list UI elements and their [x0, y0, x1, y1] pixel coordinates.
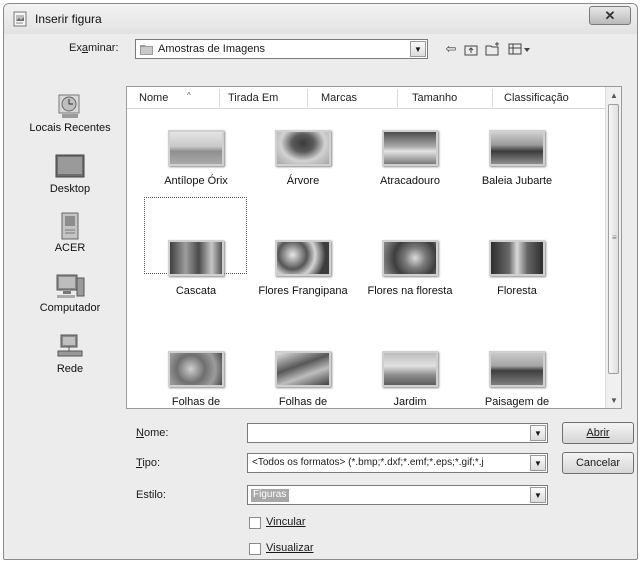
- place-desktop[interactable]: Desktop: [18, 153, 122, 195]
- views-menu-icon[interactable]: [506, 39, 534, 59]
- image-thumbnail: [489, 351, 545, 387]
- file-name: Baleia Jubarte: [481, 175, 553, 187]
- file-type-value: <Todos os formatos> (*.bmp;*.dxf;*.emf;*…: [252, 457, 484, 468]
- chevron-down-icon[interactable]: ▼: [410, 41, 426, 57]
- column-name[interactable]: Nome ^: [139, 91, 191, 104]
- file-type-label: Tipo:: [136, 457, 161, 469]
- user-folder-icon: [53, 212, 87, 240]
- image-thumbnail: [275, 130, 331, 166]
- sort-ascending-icon: ^: [187, 91, 191, 100]
- place-computer[interactable]: Computador: [18, 272, 122, 314]
- grip-icon: ≡: [612, 233, 617, 242]
- file-item[interactable]: Floresta: [464, 240, 570, 299]
- image-thumbnail: [168, 240, 224, 276]
- place-label: Rede: [56, 363, 84, 375]
- dialog-title: Inserir figura: [35, 12, 102, 26]
- image-thumbnail: [168, 351, 224, 387]
- insert-picture-icon: [13, 11, 27, 27]
- file-name: Atracadouro: [380, 175, 440, 187]
- scrollbar-thumb[interactable]: ≡: [608, 104, 619, 374]
- file-item[interactable]: Flores Frangipana: [250, 240, 356, 299]
- file-item[interactable]: Cascata: [143, 240, 249, 299]
- image-thumbnail: [382, 240, 438, 276]
- file-name: Antílope Órix: [164, 175, 228, 187]
- insert-picture-dialog: Inserir figura ✕ Examinar: Amostras de I…: [3, 3, 638, 560]
- column-rating[interactable]: Classificação: [504, 92, 569, 104]
- look-in-label: Examinar:: [69, 42, 119, 54]
- place-acer[interactable]: ACER: [18, 212, 122, 254]
- file-item[interactable]: Árvore: [250, 130, 356, 189]
- preview-label: Visualizar: [266, 542, 314, 554]
- place-label: Locais Recentes: [29, 122, 111, 134]
- place-recent[interactable]: Locais Recentes: [18, 92, 122, 134]
- file-name: Folhas de: [171, 396, 221, 408]
- file-item[interactable]: Folhas de: [143, 351, 249, 408]
- style-label: Estilo:: [136, 489, 166, 501]
- image-thumbnail: [382, 130, 438, 166]
- place-label: Computador: [39, 302, 101, 314]
- look-in-value: Amostras de Imagens: [158, 43, 265, 55]
- file-name: Flores Frangipana: [258, 285, 348, 297]
- file-name: Flores na floresta: [367, 285, 453, 297]
- recent-places-icon: [53, 92, 87, 120]
- link-checkbox[interactable]: [249, 517, 261, 529]
- file-name-label: Nome:: [136, 427, 169, 439]
- new-folder-icon[interactable]: [484, 39, 502, 59]
- close-icon: ✕: [604, 7, 616, 23]
- image-thumbnail: [275, 240, 331, 276]
- cancel-button[interactable]: Cancelar: [562, 452, 634, 474]
- column-size[interactable]: Tamanho: [412, 92, 457, 104]
- file-name: Paisagem de: [484, 396, 550, 408]
- file-list[interactable]: Nome ^ Tirada Em Marcas Tamanho Classific…: [126, 86, 622, 409]
- file-name: Folhas de: [278, 396, 328, 408]
- chevron-down-icon[interactable]: ▼: [530, 425, 546, 441]
- close-button[interactable]: ✕: [589, 6, 631, 25]
- look-in-dropdown[interactable]: Amostras de Imagens ▼: [135, 39, 428, 59]
- file-name: Jardim: [393, 396, 427, 408]
- file-name: Floresta: [497, 285, 537, 297]
- desktop-icon: [53, 153, 87, 181]
- chevron-down-icon[interactable]: ▼: [530, 455, 546, 471]
- column-taken-on[interactable]: Tirada Em: [228, 92, 278, 104]
- scroll-down-icon[interactable]: ▼: [606, 392, 621, 408]
- link-label: Vincular: [266, 516, 306, 528]
- column-tags[interactable]: Marcas: [321, 92, 357, 104]
- file-item[interactable]: Baleia Jubarte: [464, 130, 570, 189]
- file-item[interactable]: Antílope Órix: [143, 130, 249, 189]
- file-item[interactable]: Atracadouro: [357, 130, 463, 189]
- place-label: Desktop: [49, 183, 91, 195]
- image-thumbnail: [382, 351, 438, 387]
- file-item[interactable]: Paisagem de: [464, 351, 570, 408]
- file-name: Árvore: [286, 175, 320, 187]
- file-item[interactable]: Jardim: [357, 351, 463, 408]
- file-name: Cascata: [175, 285, 217, 297]
- style-value: Figuras: [251, 489, 289, 502]
- file-item[interactable]: Flores na floresta: [357, 240, 463, 299]
- image-thumbnail: [489, 130, 545, 166]
- place-network[interactable]: Rede: [18, 333, 122, 375]
- preview-checkbox[interactable]: [249, 543, 261, 555]
- computer-icon: [53, 272, 87, 300]
- image-thumbnail: [489, 240, 545, 276]
- open-button[interactable]: Abrir: [562, 422, 634, 444]
- style-dropdown[interactable]: Figuras ▼: [247, 485, 548, 505]
- folder-icon: [140, 45, 153, 55]
- column-headers: Nome ^ Tirada Em Marcas Tamanho Classific…: [127, 87, 607, 109]
- back-icon[interactable]: ⇦: [442, 39, 460, 59]
- title-bar[interactable]: Inserir figura ✕: [4, 4, 637, 34]
- file-name-input[interactable]: ▼: [247, 423, 548, 443]
- place-label: ACER: [54, 242, 86, 254]
- image-thumbnail: [275, 351, 331, 387]
- image-thumbnail: [168, 130, 224, 166]
- up-folder-icon[interactable]: [462, 39, 480, 59]
- scroll-up-icon[interactable]: ▲: [606, 87, 621, 103]
- network-icon: [53, 333, 87, 361]
- file-item[interactable]: Folhas de: [250, 351, 356, 408]
- file-type-dropdown[interactable]: <Todos os formatos> (*.bmp;*.dxf;*.emf;*…: [247, 453, 548, 473]
- chevron-down-icon[interactable]: ▼: [530, 487, 546, 503]
- vertical-scrollbar[interactable]: ▲ ≡ ▼: [605, 87, 621, 408]
